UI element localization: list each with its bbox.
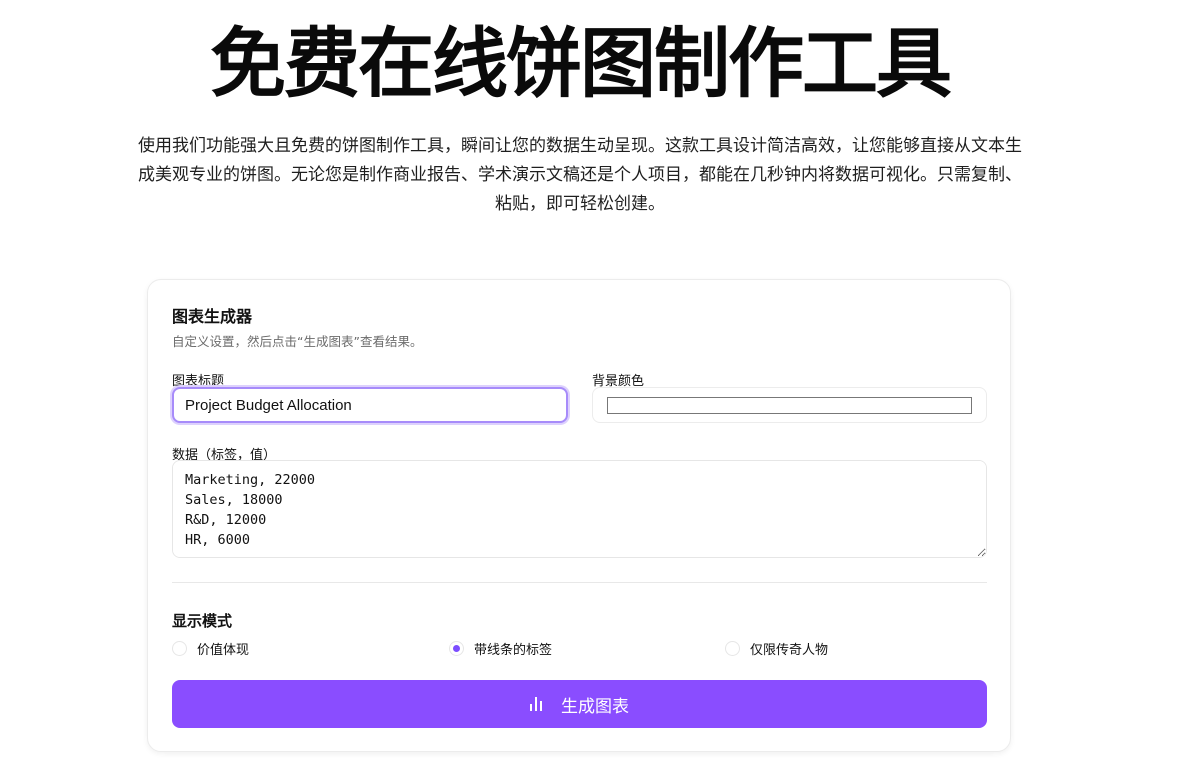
card-subtitle: 自定义设置，然后点击“生成图表”查看结果。: [172, 334, 423, 349]
page-title: 免费在线饼图制作工具: [210, 19, 952, 108]
generate-chart-button[interactable]: 生成图表: [172, 680, 987, 728]
radio-label: 价值体现: [197, 642, 250, 658]
radio-value-display[interactable]: 价值体现: [172, 638, 249, 658]
divider: [172, 582, 987, 583]
bg-color-swatch[interactable]: [607, 397, 972, 414]
data-textarea[interactable]: Marketing, 22000 Sales, 18000 R&D, 12000…: [172, 460, 987, 558]
radio-labels-with-lines[interactable]: 带线条的标签: [449, 638, 552, 658]
display-mode-title: 显示模式: [172, 612, 233, 630]
chart-title-input[interactable]: [172, 387, 568, 423]
bar-chart-icon: [530, 697, 545, 711]
bg-color-picker[interactable]: [592, 387, 987, 423]
chart-generator-card: 图表生成器 自定义设置，然后点击“生成图表”查看结果。 图表标题 背景颜色 数据…: [147, 279, 1011, 752]
page-description: 使用我们功能强大且免费的饼图制作工具，瞬间让您的数据生动呈现。这款工具设计简洁高…: [138, 136, 1022, 214]
radio-label: 带线条的标签: [474, 642, 553, 658]
radio-legend-only[interactable]: 仅限传奇人物: [725, 638, 828, 658]
radio-button[interactable]: [172, 640, 187, 656]
radio-button[interactable]: [725, 640, 740, 656]
card-title: 图表生成器: [172, 307, 253, 326]
radio-button[interactable]: [449, 640, 464, 656]
radio-label: 仅限传奇人物: [750, 642, 829, 658]
generate-chart-label: 生成图表: [561, 696, 629, 717]
